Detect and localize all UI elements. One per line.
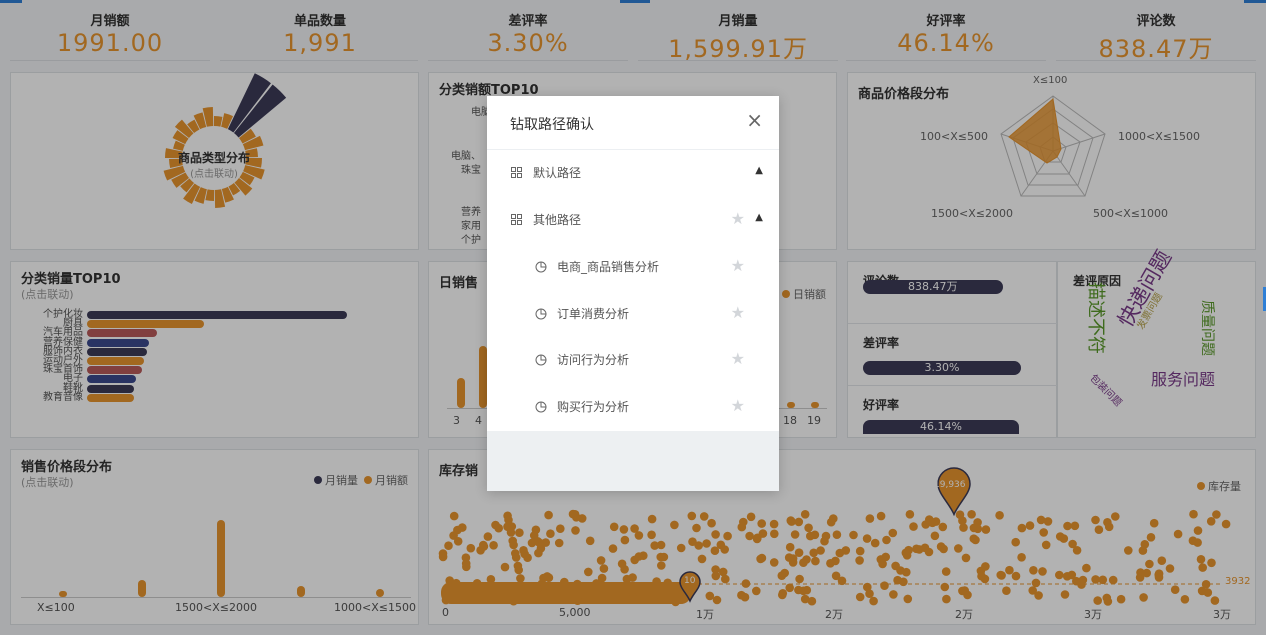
path-item[interactable]: 电商_商品销售分析 ★ <box>487 245 779 291</box>
dialog-title: 钻取路径确认 <box>510 117 594 133</box>
star-icon[interactable]: ★ <box>731 256 745 275</box>
group-label: 其他路径 <box>533 213 582 227</box>
star-icon[interactable]: ★ <box>731 349 745 368</box>
pie-icon <box>535 401 547 413</box>
path-item[interactable]: 购买行为分析 ★ <box>487 385 779 431</box>
close-icon[interactable]: × <box>746 110 763 130</box>
star-icon[interactable]: ★ <box>731 396 745 415</box>
group-other-path[interactable]: 其他路径 ★ ▲ <box>487 198 779 244</box>
path-item[interactable]: 访问行为分析 ★ <box>487 338 779 384</box>
pie-icon <box>535 261 547 273</box>
path-item-label: 访问行为分析 <box>557 353 630 367</box>
chevron-up-icon[interactable]: ▲ <box>755 212 763 223</box>
group-default-path[interactable]: 默认路径 ▲ <box>487 151 779 197</box>
star-icon[interactable]: ★ <box>731 209 745 228</box>
path-item[interactable]: 订单消费分析 ★ <box>487 292 779 338</box>
dialog-header: 钻取路径确认 × <box>487 96 779 150</box>
chevron-up-icon[interactable]: ▲ <box>755 165 763 176</box>
grid-icon <box>511 214 523 226</box>
path-item-label: 电商_商品销售分析 <box>557 260 660 274</box>
star-icon[interactable]: ★ <box>731 303 745 322</box>
path-item-label: 购买行为分析 <box>557 400 630 414</box>
drill-path-dialog: 钻取路径确认 × 默认路径 ▲ 其他路径 ★ ▲ 电商_商品销售分析 ★ 订单消… <box>487 96 779 491</box>
dialog-footer <box>487 431 779 491</box>
group-label: 默认路径 <box>533 166 582 180</box>
pie-icon <box>535 308 547 320</box>
grid-icon <box>511 167 523 179</box>
path-item-label: 订单消费分析 <box>557 307 630 321</box>
pie-icon <box>535 354 547 366</box>
